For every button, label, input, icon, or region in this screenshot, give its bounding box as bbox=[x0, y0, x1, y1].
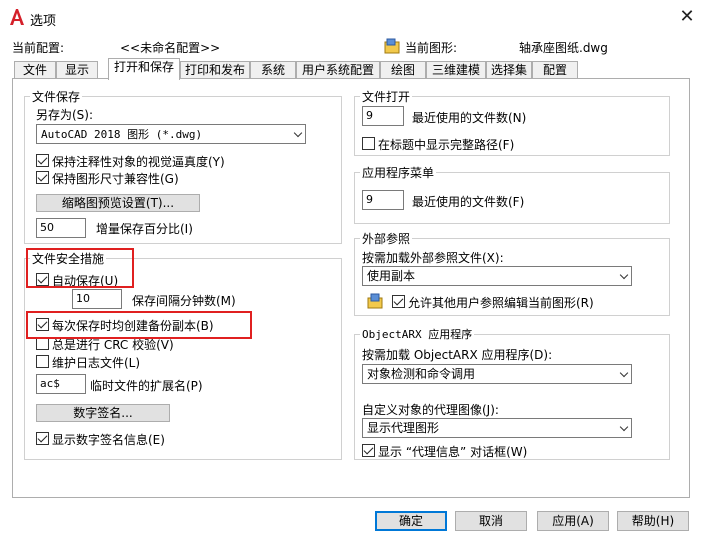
allow-xref-edit-checkbox[interactable] bbox=[392, 295, 405, 308]
tab-plot-publish[interactable]: 打印和发布 bbox=[180, 61, 250, 79]
chevron-down-icon bbox=[619, 368, 629, 378]
save-as-select[interactable]: AutoCAD 2018 图形 (*.dwg) bbox=[36, 124, 306, 144]
tab-display[interactable]: 显示 bbox=[56, 61, 98, 79]
keep-annotative-checkbox[interactable] bbox=[36, 154, 49, 167]
file-save-title: 文件保存 bbox=[30, 88, 83, 105]
log-file-label: 维护日志文件(L) bbox=[52, 356, 141, 370]
tab-selection[interactable]: 选择集 bbox=[486, 61, 532, 79]
show-proxy-dialog-checkbox[interactable] bbox=[362, 444, 375, 457]
keep-annotative-label: 保持注释性对象的视觉逼真度(Y) bbox=[52, 155, 225, 169]
objectarx-demand-load-select[interactable]: 对象检测和命令调用 bbox=[362, 364, 632, 384]
full-path-checkbox[interactable] bbox=[362, 137, 375, 150]
digital-signature-button[interactable]: 数字签名... bbox=[36, 404, 170, 422]
current-drawing-label: 当前图形: bbox=[405, 41, 458, 55]
full-path-label: 在标题中显示完整路径(F) bbox=[378, 138, 515, 152]
temp-extension-input[interactable]: ac$ bbox=[36, 374, 86, 394]
file-open-title: 文件打开 bbox=[360, 88, 413, 105]
tab-open-save[interactable]: 打开和保存 bbox=[108, 58, 180, 80]
proxy-image-select[interactable]: 显示代理图形 bbox=[362, 418, 632, 438]
keep-drawing-size-label: 保持图形尺寸兼容性(G) bbox=[52, 172, 179, 186]
objectarx-demand-load-label: 按需加载 ObjectARX 应用程序(D): bbox=[362, 348, 553, 362]
tab-drafting[interactable]: 绘图 bbox=[380, 61, 426, 79]
autocad-logo-icon bbox=[8, 8, 26, 26]
close-button[interactable]: ✕ bbox=[676, 6, 698, 28]
current-profile-value: <<未命名配置>> bbox=[120, 41, 221, 55]
objectarx-title: ObjectARX 应用程序 bbox=[360, 326, 475, 342]
tab-user-preferences[interactable]: 用户系统配置 bbox=[296, 61, 380, 79]
thumbnail-settings-button[interactable]: 缩略图预览设置(T)... bbox=[36, 194, 200, 212]
show-signature-info-checkbox[interactable] bbox=[36, 432, 49, 445]
highlight-autosave-box bbox=[26, 248, 134, 288]
tab-3d-modeling[interactable]: 三维建模 bbox=[426, 61, 486, 79]
chevron-down-icon bbox=[619, 270, 629, 280]
ok-button[interactable]: 确定 bbox=[375, 511, 447, 531]
current-profile-label: 当前配置: bbox=[12, 41, 65, 55]
chevron-down-icon bbox=[619, 422, 629, 432]
app-menu-recent-label: 最近使用的文件数(F) bbox=[412, 195, 525, 209]
file-open-recent-input[interactable]: 9 bbox=[362, 106, 404, 126]
title-bar bbox=[0, 0, 703, 34]
tab-file[interactable]: 文件 bbox=[14, 61, 56, 79]
proxy-image-label: 自定义对象的代理图像(J): bbox=[362, 403, 499, 417]
cancel-button[interactable]: 取消 bbox=[455, 511, 527, 531]
xref-title: 外部参照 bbox=[360, 230, 413, 247]
show-signature-info-label: 显示数字签名信息(E) bbox=[52, 433, 165, 447]
allow-xref-edit-label: 允许其他用户参照编辑当前图形(R) bbox=[408, 296, 594, 310]
incremental-save-label: 增量保存百分比(I) bbox=[96, 222, 193, 236]
temp-extension-label: 临时文件的扩展名(P) bbox=[90, 379, 203, 393]
drawing-icon bbox=[384, 38, 400, 54]
window-title: 选项 bbox=[30, 14, 57, 29]
tab-system[interactable]: 系统 bbox=[250, 61, 296, 79]
app-menu-title: 应用程序菜单 bbox=[360, 164, 437, 181]
chevron-down-icon bbox=[293, 128, 303, 138]
incremental-save-input[interactable]: 50 bbox=[36, 218, 86, 238]
highlight-backup-box bbox=[26, 311, 252, 339]
help-button[interactable]: 帮助(H) bbox=[617, 511, 689, 531]
log-file-checkbox[interactable] bbox=[36, 355, 49, 368]
save-as-label: 另存为(S): bbox=[36, 108, 94, 122]
keep-drawing-size-checkbox[interactable] bbox=[36, 171, 49, 184]
current-drawing-value: 轴承座图纸.dwg bbox=[519, 41, 608, 55]
show-proxy-dialog-label: 显示 “代理信息” 对话框(W) bbox=[378, 445, 528, 459]
tab-profiles[interactable]: 配置 bbox=[532, 61, 578, 79]
apply-button[interactable]: 应用(A) bbox=[537, 511, 609, 531]
app-menu-recent-input[interactable]: 9 bbox=[362, 190, 404, 210]
file-open-recent-label: 最近使用的文件数(N) bbox=[412, 111, 527, 125]
xref-demand-load-select[interactable]: 使用副本 bbox=[362, 266, 632, 286]
autosave-interval-label: 保存间隔分钟数(M) bbox=[132, 294, 236, 308]
xref-demand-load-label: 按需加载外部参照文件(X): bbox=[362, 251, 504, 265]
autosave-interval-input[interactable]: 10 bbox=[72, 289, 122, 309]
xref-edit-icon bbox=[367, 293, 383, 309]
